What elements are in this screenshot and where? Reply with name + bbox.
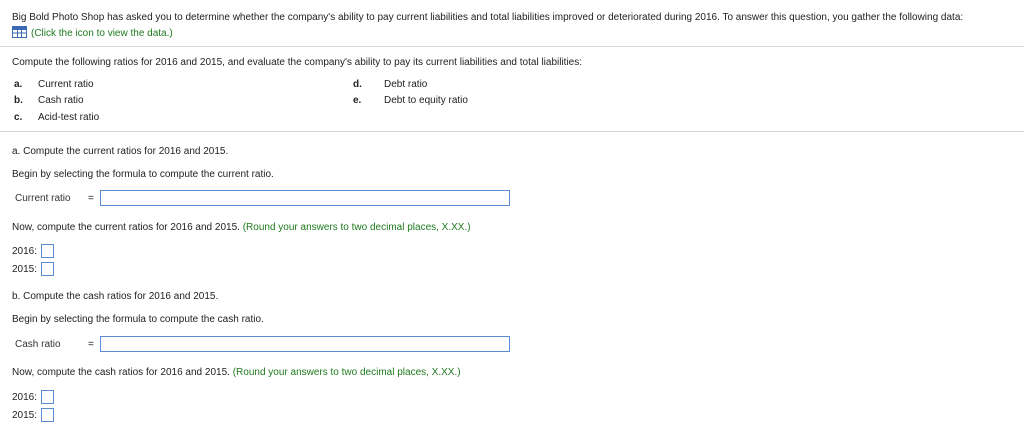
ratio-letter: b. <box>14 95 23 106</box>
current-ratio-formula-input[interactable] <box>100 190 510 206</box>
ratio-label-debt: Debt ratio <box>384 79 428 90</box>
divider <box>0 46 1024 47</box>
table-grid-icon[interactable] <box>12 26 27 38</box>
current-ratio-formula-label: Current ratio <box>15 193 71 204</box>
ratio-label-acid-test: Acid-test ratio <box>38 112 100 123</box>
part-a-round-note: (Round your answers to two decimal place… <box>242 222 471 233</box>
part-a-now-text: Now, compute the current ratios for 2016… <box>12 222 240 233</box>
ratio-label-current: Current ratio <box>38 79 94 90</box>
part-b-begin-text: Begin by selecting the formula to comput… <box>12 314 264 325</box>
ratio-letter: c. <box>14 112 23 123</box>
part-a-begin-text: Begin by selecting the formula to comput… <box>12 169 274 180</box>
cash-ratio-2015-input[interactable] <box>41 408 54 422</box>
part-b-heading: b. Compute the cash ratios for 2016 and … <box>12 291 219 302</box>
year-2016-label: 2016: <box>12 246 38 257</box>
part-b-round-note: (Round your answers to two decimal place… <box>232 367 461 378</box>
part-a-heading: a. Compute the current ratios for 2016 a… <box>12 146 229 157</box>
ratio-label-debt-to-equity: Debt to equity ratio <box>384 95 468 106</box>
ratio-letter: a. <box>14 79 23 90</box>
divider <box>0 131 1024 132</box>
ratio-letter: d. <box>353 79 362 90</box>
year-2015-label: 2015: <box>12 410 38 421</box>
instructions-text: Compute the following ratios for 2016 an… <box>12 57 583 68</box>
cash-ratio-2016-input[interactable] <box>41 390 54 404</box>
part-b-now-text: Now, compute the cash ratios for 2016 an… <box>12 367 230 378</box>
equals-sign: = <box>88 193 94 204</box>
current-ratio-2016-input[interactable] <box>41 244 54 258</box>
equals-sign: = <box>88 339 94 350</box>
year-2016-label: 2016: <box>12 392 38 403</box>
ratio-label-cash: Cash ratio <box>38 95 84 106</box>
cash-ratio-formula-input[interactable] <box>100 336 510 352</box>
current-ratio-2015-input[interactable] <box>41 262 54 276</box>
year-2015-label: 2015: <box>12 264 38 275</box>
ratio-letter: e. <box>353 95 362 106</box>
intro-text: Big Bold Photo Shop has asked you to det… <box>12 12 964 23</box>
cash-ratio-formula-label: Cash ratio <box>15 339 61 350</box>
view-data-link[interactable]: (Click the icon to view the data.) <box>31 28 173 39</box>
